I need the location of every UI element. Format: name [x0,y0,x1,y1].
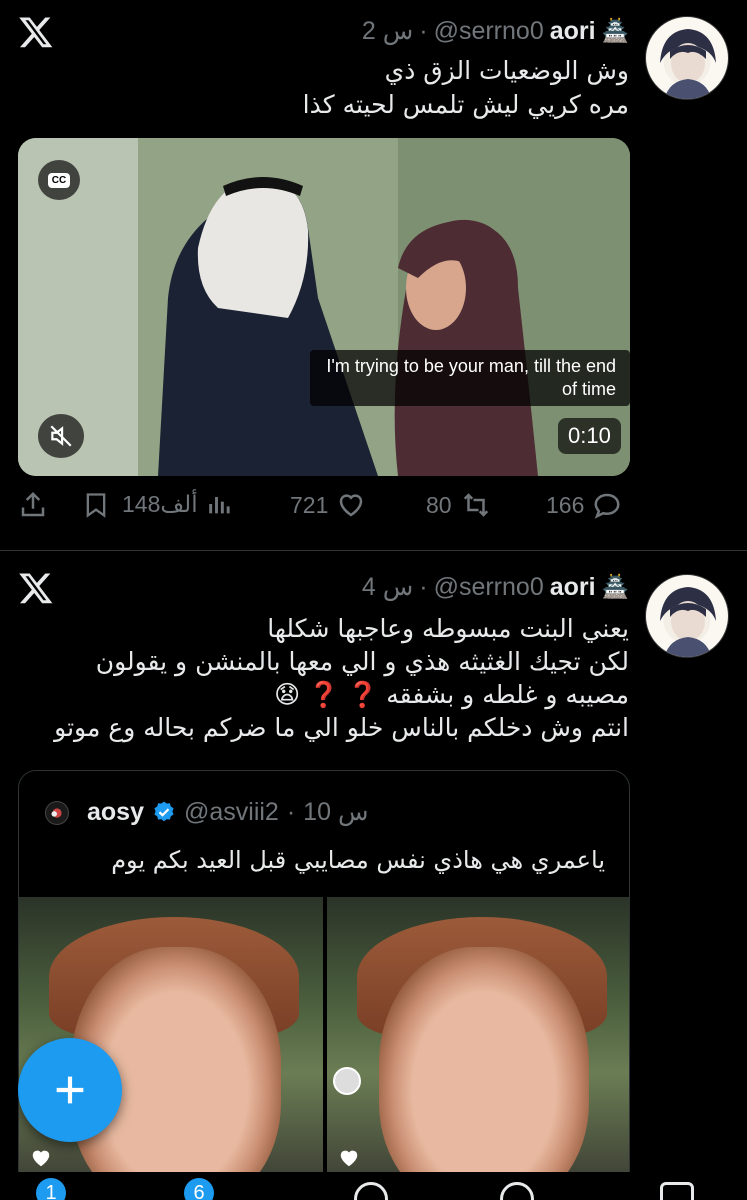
tweet-handle[interactable]: @serrno0 [434,17,544,46]
captions-button[interactable]: CC [38,160,80,200]
mute-button[interactable] [38,414,84,458]
separator-dot: · [286,797,296,826]
notification-badge[interactable]: 1 [36,1178,66,1200]
messages-icon[interactable] [660,1182,694,1200]
tweet-text: وش الوضعيات الزق ذي مره كريي ليش تلمس لح… [303,54,629,122]
retweet-button[interactable]: 80 [426,490,492,520]
separator-dot: · [419,16,428,45]
views-button[interactable]: 148ألف [122,490,234,518]
reply-count: 166 [546,491,585,518]
share-icon [21,491,45,517]
quoted-avatar [45,801,69,825]
video-caption: I'm trying to be your man, till the end … [310,350,630,406]
tweet-text-line: يعني البنت مبسوطه وعاجبها شكلها [267,614,629,643]
avatar[interactable] [645,16,729,100]
compose-button[interactable] [18,1038,122,1142]
tweet-text-line: مره كريي ليش تلمس لحيته كذا [302,90,629,119]
tweet-time[interactable]: 2 س [362,16,413,46]
x-logo-icon [18,570,54,606]
quoted-image-2[interactable]: 3454 [327,897,629,1189]
tweet-header: 4 س · @serrno0 aori 🏯 [362,570,629,604]
like-count: 721 [290,491,329,518]
tiktok-avatar [333,1067,361,1095]
quoted-header: aosy @asviii2 · 10 س [87,797,368,827]
separator-dot: · [419,572,428,601]
x-logo-icon [18,14,54,50]
tweet-header: 2 س · @serrno0 aori 🏯 [362,14,629,48]
tweet-author-name[interactable]: aori [550,573,596,602]
tweet-text-line: وش الوضعيات الزق ذي [384,56,629,85]
quoted-text: ياعمري هي هاذي نفس مصايبي قبل العيد بكم … [111,846,605,874]
heart-icon [340,1150,358,1167]
views-icon [208,497,230,514]
verified-icon [154,801,174,822]
castle-emoji-icon: 🏯 [601,574,629,600]
retweet-icon [463,493,488,517]
tweet-author-name[interactable]: aori [550,17,596,46]
tweet-text-line: انتم وش دخلكم بالناس خلو الي ما ضركم بحا… [54,713,629,742]
views-count: 148ألف [122,490,198,517]
like-button[interactable]: 721 [290,490,366,520]
quoted-author-name: aosy [87,797,144,826]
bookmark-button[interactable] [82,490,110,520]
notification-badge[interactable]: 6 [184,1178,214,1200]
tweet-text-line: لكن تجيك الغثيثه هذي و الي معها بالمنشن … [95,647,629,676]
bookmark-icon [86,493,106,518]
tweet-actions: 148ألف 721 80 166 [0,490,747,530]
tweet-time[interactable]: 4 س [362,572,413,602]
retweet-count: 80 [426,491,452,518]
image-face [379,947,589,1189]
like-icon [340,494,363,517]
tweet-handle[interactable]: @serrno0 [434,573,544,602]
tweet-divider [0,550,747,551]
share-button[interactable] [18,490,48,520]
video-player[interactable]: CC I'm trying to be your man, till the e… [18,138,630,476]
tweet-text-line: مصيبه و غلطه و بشفقه ❓ ❓ 😧 [274,680,629,709]
castle-emoji-icon: 🏯 [601,18,629,44]
reply-icon [594,493,620,519]
quoted-handle: @asviii2 [183,797,279,826]
tweet-text: يعني البنت مبسوطه وعاجبها شكلها لكن تجيك… [54,612,629,744]
heart-icon [32,1150,50,1167]
quoted-tweet[interactable]: aosy @asviii2 · 10 س ياعمري هي هاذي نفس … [18,770,630,1190]
quoted-time: 10 س [303,798,369,826]
mute-icon [50,425,72,447]
reply-button[interactable]: 166 [546,490,622,520]
plus-icon [56,1076,84,1104]
video-duration: 0:10 [558,418,621,454]
cc-icon: CC [47,172,71,188]
avatar[interactable] [645,574,729,658]
video-frame [18,138,630,476]
